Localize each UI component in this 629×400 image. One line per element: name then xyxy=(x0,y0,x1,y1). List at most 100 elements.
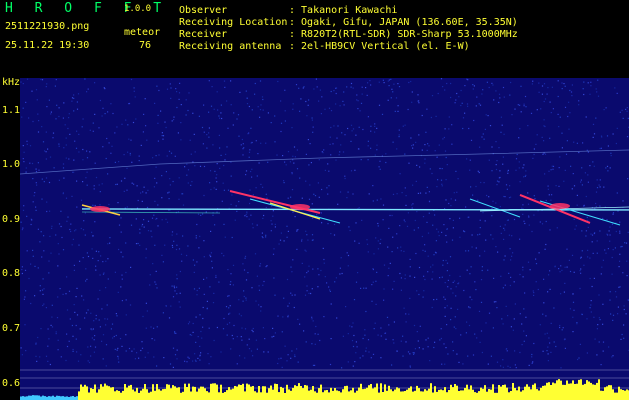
activity-bar xyxy=(510,391,512,400)
noise-speck xyxy=(615,296,618,298)
noise-speck xyxy=(143,219,145,221)
noise-speck xyxy=(545,220,547,223)
noise-speck xyxy=(197,213,200,215)
noise-speck xyxy=(263,214,265,217)
noise-speck xyxy=(623,305,625,307)
activity-bar xyxy=(256,392,258,400)
noise-speck xyxy=(558,268,560,270)
activity-bar xyxy=(32,395,34,400)
noise-speck xyxy=(445,347,447,349)
noise-speck xyxy=(236,118,238,120)
noise-speck xyxy=(481,136,483,138)
noise-speck xyxy=(467,250,470,252)
noise-speck xyxy=(442,86,444,88)
noise-speck xyxy=(435,240,437,242)
noise-speck xyxy=(561,329,563,331)
noise-speck xyxy=(480,301,483,303)
noise-speck xyxy=(141,347,144,349)
noise-speck xyxy=(583,204,585,206)
noise-speck xyxy=(444,315,446,317)
noise-speck xyxy=(514,350,516,352)
activity-bar xyxy=(222,392,224,400)
noise-speck xyxy=(32,255,34,257)
noise-speck xyxy=(559,324,561,327)
noise-speck xyxy=(283,240,285,242)
noise-speck xyxy=(587,249,589,251)
noise-speck xyxy=(433,346,435,349)
noise-speck xyxy=(330,338,332,340)
noise-speck xyxy=(566,140,568,142)
noise-speck xyxy=(214,170,216,172)
noise-speck xyxy=(531,83,533,85)
noise-speck xyxy=(445,156,447,159)
noise-speck xyxy=(306,272,308,274)
noise-speck xyxy=(408,162,410,164)
activity-bar xyxy=(116,390,118,400)
noise-speck xyxy=(456,191,458,193)
noise-speck xyxy=(517,104,519,106)
noise-speck xyxy=(228,313,230,315)
noise-speck xyxy=(203,240,205,242)
noise-speck xyxy=(265,142,267,144)
noise-speck xyxy=(230,203,232,205)
noise-speck xyxy=(212,214,214,216)
noise-speck xyxy=(475,289,477,291)
activity-bar xyxy=(354,392,356,400)
noise-speck xyxy=(216,326,218,329)
activity-bar xyxy=(92,389,94,400)
noise-speck xyxy=(593,316,595,318)
noise-speck xyxy=(62,163,65,165)
activity-bar xyxy=(618,386,620,400)
noise-speck xyxy=(417,340,419,342)
noise-speck xyxy=(95,314,97,317)
noise-speck xyxy=(55,118,57,120)
noise-speck xyxy=(136,352,138,354)
noise-speck xyxy=(94,162,96,164)
noise-speck xyxy=(417,227,419,229)
noise-speck xyxy=(449,256,452,258)
noise-speck xyxy=(255,339,257,341)
noise-speck xyxy=(378,81,380,83)
noise-speck xyxy=(40,78,42,81)
noise-speck xyxy=(46,201,48,203)
noise-speck xyxy=(82,159,84,161)
noise-speck xyxy=(71,100,73,102)
noise-speck xyxy=(596,354,598,356)
noise-speck xyxy=(369,80,371,82)
noise-speck xyxy=(176,106,178,109)
noise-speck xyxy=(22,209,25,211)
noise-speck xyxy=(539,221,541,223)
noise-speck xyxy=(37,131,40,133)
noise-speck xyxy=(527,192,529,194)
noise-speck xyxy=(165,218,167,220)
noise-speck xyxy=(296,348,298,350)
activity-bar xyxy=(220,384,222,400)
noise-speck xyxy=(561,269,563,271)
noise-speck xyxy=(178,198,180,200)
noise-speck xyxy=(471,299,473,301)
noise-speck xyxy=(199,355,201,357)
noise-speck xyxy=(571,95,573,97)
noise-speck xyxy=(236,363,238,365)
noise-speck xyxy=(76,130,78,132)
activity-bar xyxy=(580,379,582,400)
noise-speck xyxy=(319,89,321,91)
noise-speck xyxy=(344,175,346,177)
activity-bar xyxy=(110,387,112,400)
noise-speck xyxy=(166,88,169,90)
noise-speck xyxy=(542,350,544,352)
noise-speck xyxy=(101,308,103,310)
noise-speck xyxy=(240,144,242,146)
noise-speck xyxy=(440,337,442,340)
noise-speck xyxy=(437,92,439,95)
noise-speck xyxy=(350,124,353,126)
noise-speck xyxy=(615,142,617,145)
noise-speck xyxy=(489,125,492,127)
noise-speck xyxy=(367,159,369,161)
noise-speck xyxy=(415,252,417,255)
noise-speck xyxy=(363,287,365,289)
activity-bar xyxy=(28,395,30,400)
noise-speck xyxy=(20,81,22,83)
noise-speck xyxy=(237,114,240,116)
activity-bar xyxy=(246,383,248,400)
